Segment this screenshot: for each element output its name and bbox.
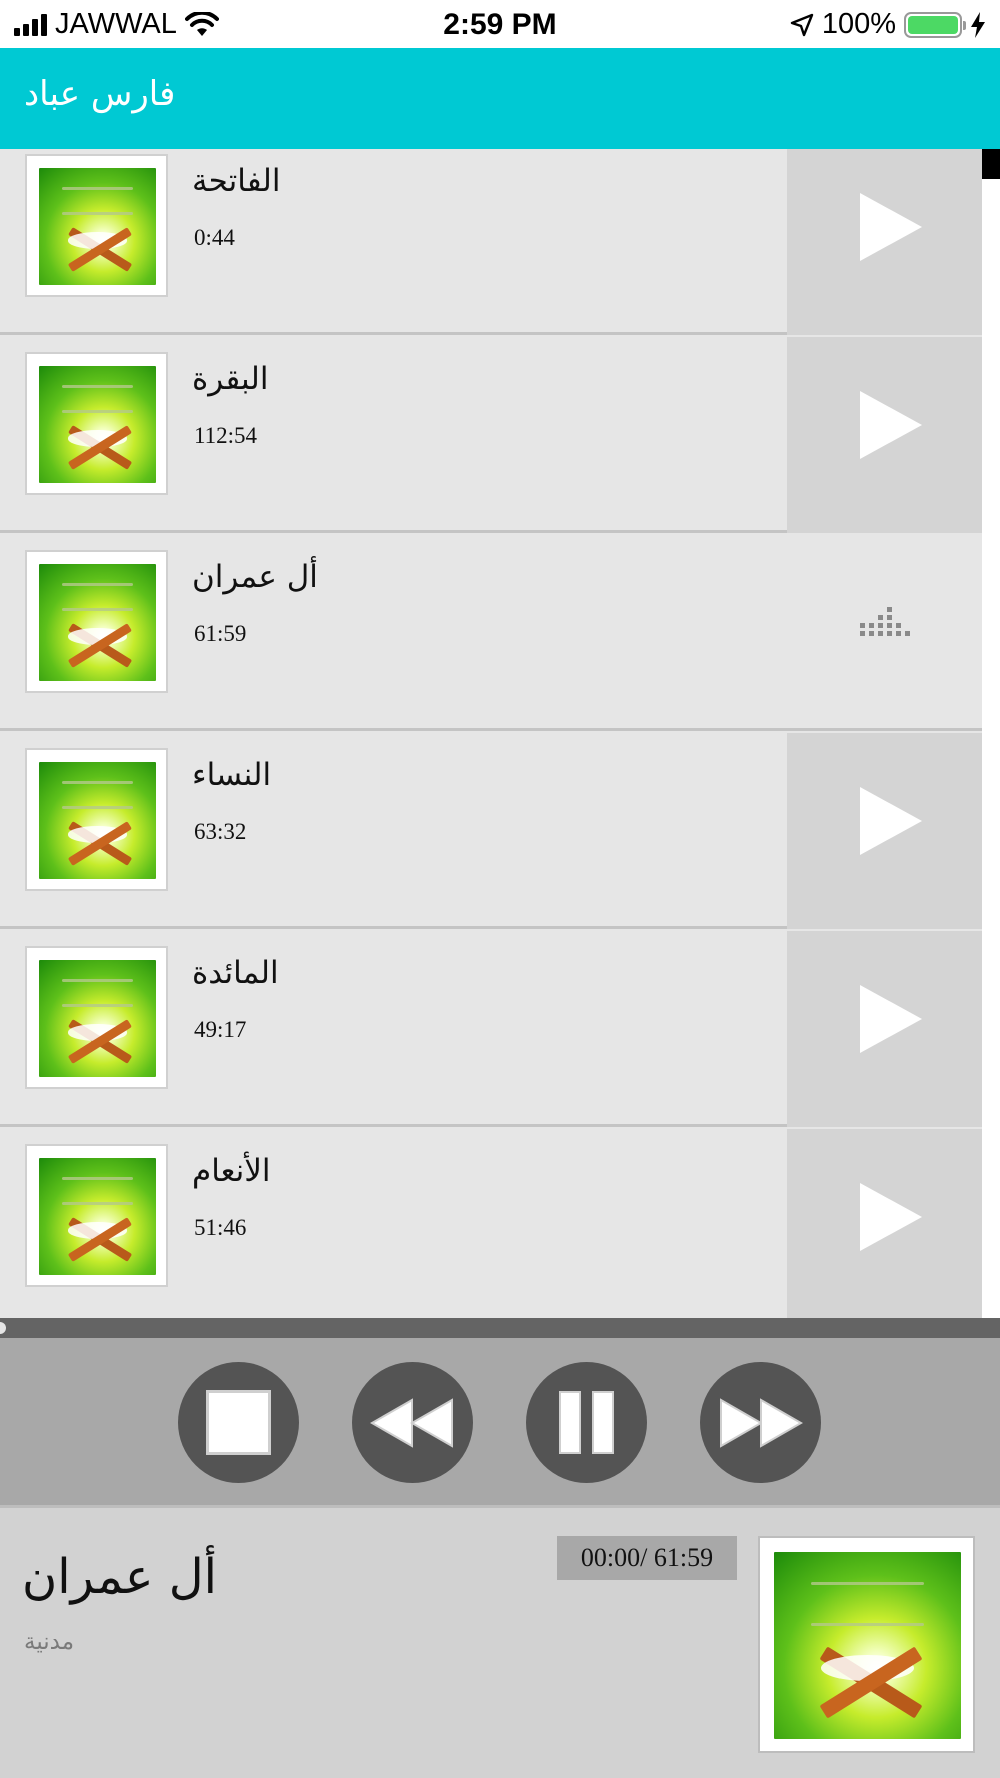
stop-button[interactable] — [178, 1362, 299, 1483]
track-thumbnail — [25, 154, 168, 297]
quran-cover-image — [39, 564, 156, 681]
track-duration: 49:17 — [194, 1017, 247, 1042]
track-duration: 63:32 — [194, 819, 247, 844]
quran-cover-image — [39, 960, 156, 1077]
playback-controls — [0, 1338, 1000, 1508]
quran-cover-image — [39, 366, 156, 483]
play-button[interactable] — [787, 931, 982, 1127]
track-duration: 51:46 — [194, 1215, 247, 1240]
scrollbar-track[interactable] — [982, 179, 1000, 1318]
playback-time: 00:00/ 61:59 — [557, 1536, 737, 1580]
charging-icon — [971, 11, 985, 38]
track-duration: 112:54 — [194, 423, 258, 448]
track-name: أل عمران — [192, 559, 318, 595]
track-thumbnail — [25, 550, 168, 693]
track-thumbnail — [25, 946, 168, 1089]
play-icon — [860, 193, 922, 261]
track-name: المائدة — [192, 955, 279, 991]
quran-cover-image — [39, 1158, 156, 1275]
track-name: الفاتحة — [192, 163, 281, 199]
track-thumbnail — [25, 1144, 168, 1287]
track-row[interactable]: الأنعام 51:46 — [0, 1129, 982, 1318]
play-icon — [860, 391, 922, 459]
track-row[interactable]: النساء 63:32 — [0, 733, 982, 929]
quran-cover-image — [39, 168, 156, 285]
fast-forward-icon — [720, 1398, 804, 1448]
app-header: فارس عباد — [0, 48, 1000, 149]
track-row[interactable]: أل عمران 61:59 — [0, 535, 982, 731]
stop-icon — [206, 1390, 271, 1455]
track-name: الأنعام — [192, 1153, 271, 1189]
now-playing-artwork — [758, 1536, 975, 1753]
play-button[interactable] — [787, 733, 982, 929]
track-thumbnail — [25, 352, 168, 495]
play-icon — [860, 1183, 922, 1251]
quran-cover-image — [774, 1552, 961, 1739]
track-row[interactable]: البقرة 112:54 — [0, 337, 982, 533]
location-icon — [790, 13, 814, 36]
seek-bar[interactable] — [0, 1318, 1000, 1338]
pause-icon — [559, 1391, 614, 1454]
track-row[interactable]: المائدة 49:17 — [0, 931, 982, 1127]
play-icon — [860, 985, 922, 1053]
play-button[interactable] — [787, 1129, 982, 1318]
equalizer-icon — [860, 607, 910, 636]
play-icon — [860, 787, 922, 855]
track-duration: 0:44 — [194, 225, 235, 250]
track-thumbnail — [25, 748, 168, 891]
fast-forward-button[interactable] — [700, 1362, 821, 1483]
status-bar: JAWWAL 2:59 PM 100% — [0, 0, 1000, 48]
track-name: النساء — [192, 757, 272, 793]
now-playing-subtitle: مدنية — [24, 1629, 75, 1655]
now-playing-panel: أل عمران مدنية 00:00/ 61:59 — [0, 1511, 1000, 1778]
track-name: البقرة — [192, 361, 269, 397]
play-button[interactable] — [787, 149, 982, 335]
app-title: فارس عباد — [24, 74, 176, 114]
play-button[interactable] — [787, 337, 982, 533]
quran-cover-image — [39, 762, 156, 879]
rewind-icon — [369, 1398, 453, 1448]
scrollbar-thumb[interactable] — [982, 149, 1000, 179]
rewind-button[interactable] — [352, 1362, 473, 1483]
battery-percent: 100% — [821, 8, 896, 40]
track-duration: 61:59 — [194, 621, 247, 646]
pause-button[interactable] — [526, 1362, 647, 1483]
now-playing-title: أل عمران — [22, 1549, 217, 1605]
track-list[interactable]: الفاتحة 0:44 البقرة 112:54 أل عمران 61:5… — [0, 149, 982, 1318]
track-row[interactable]: الفاتحة 0:44 — [0, 149, 982, 335]
seek-handle[interactable] — [0, 1322, 6, 1334]
battery-icon — [904, 11, 966, 38]
